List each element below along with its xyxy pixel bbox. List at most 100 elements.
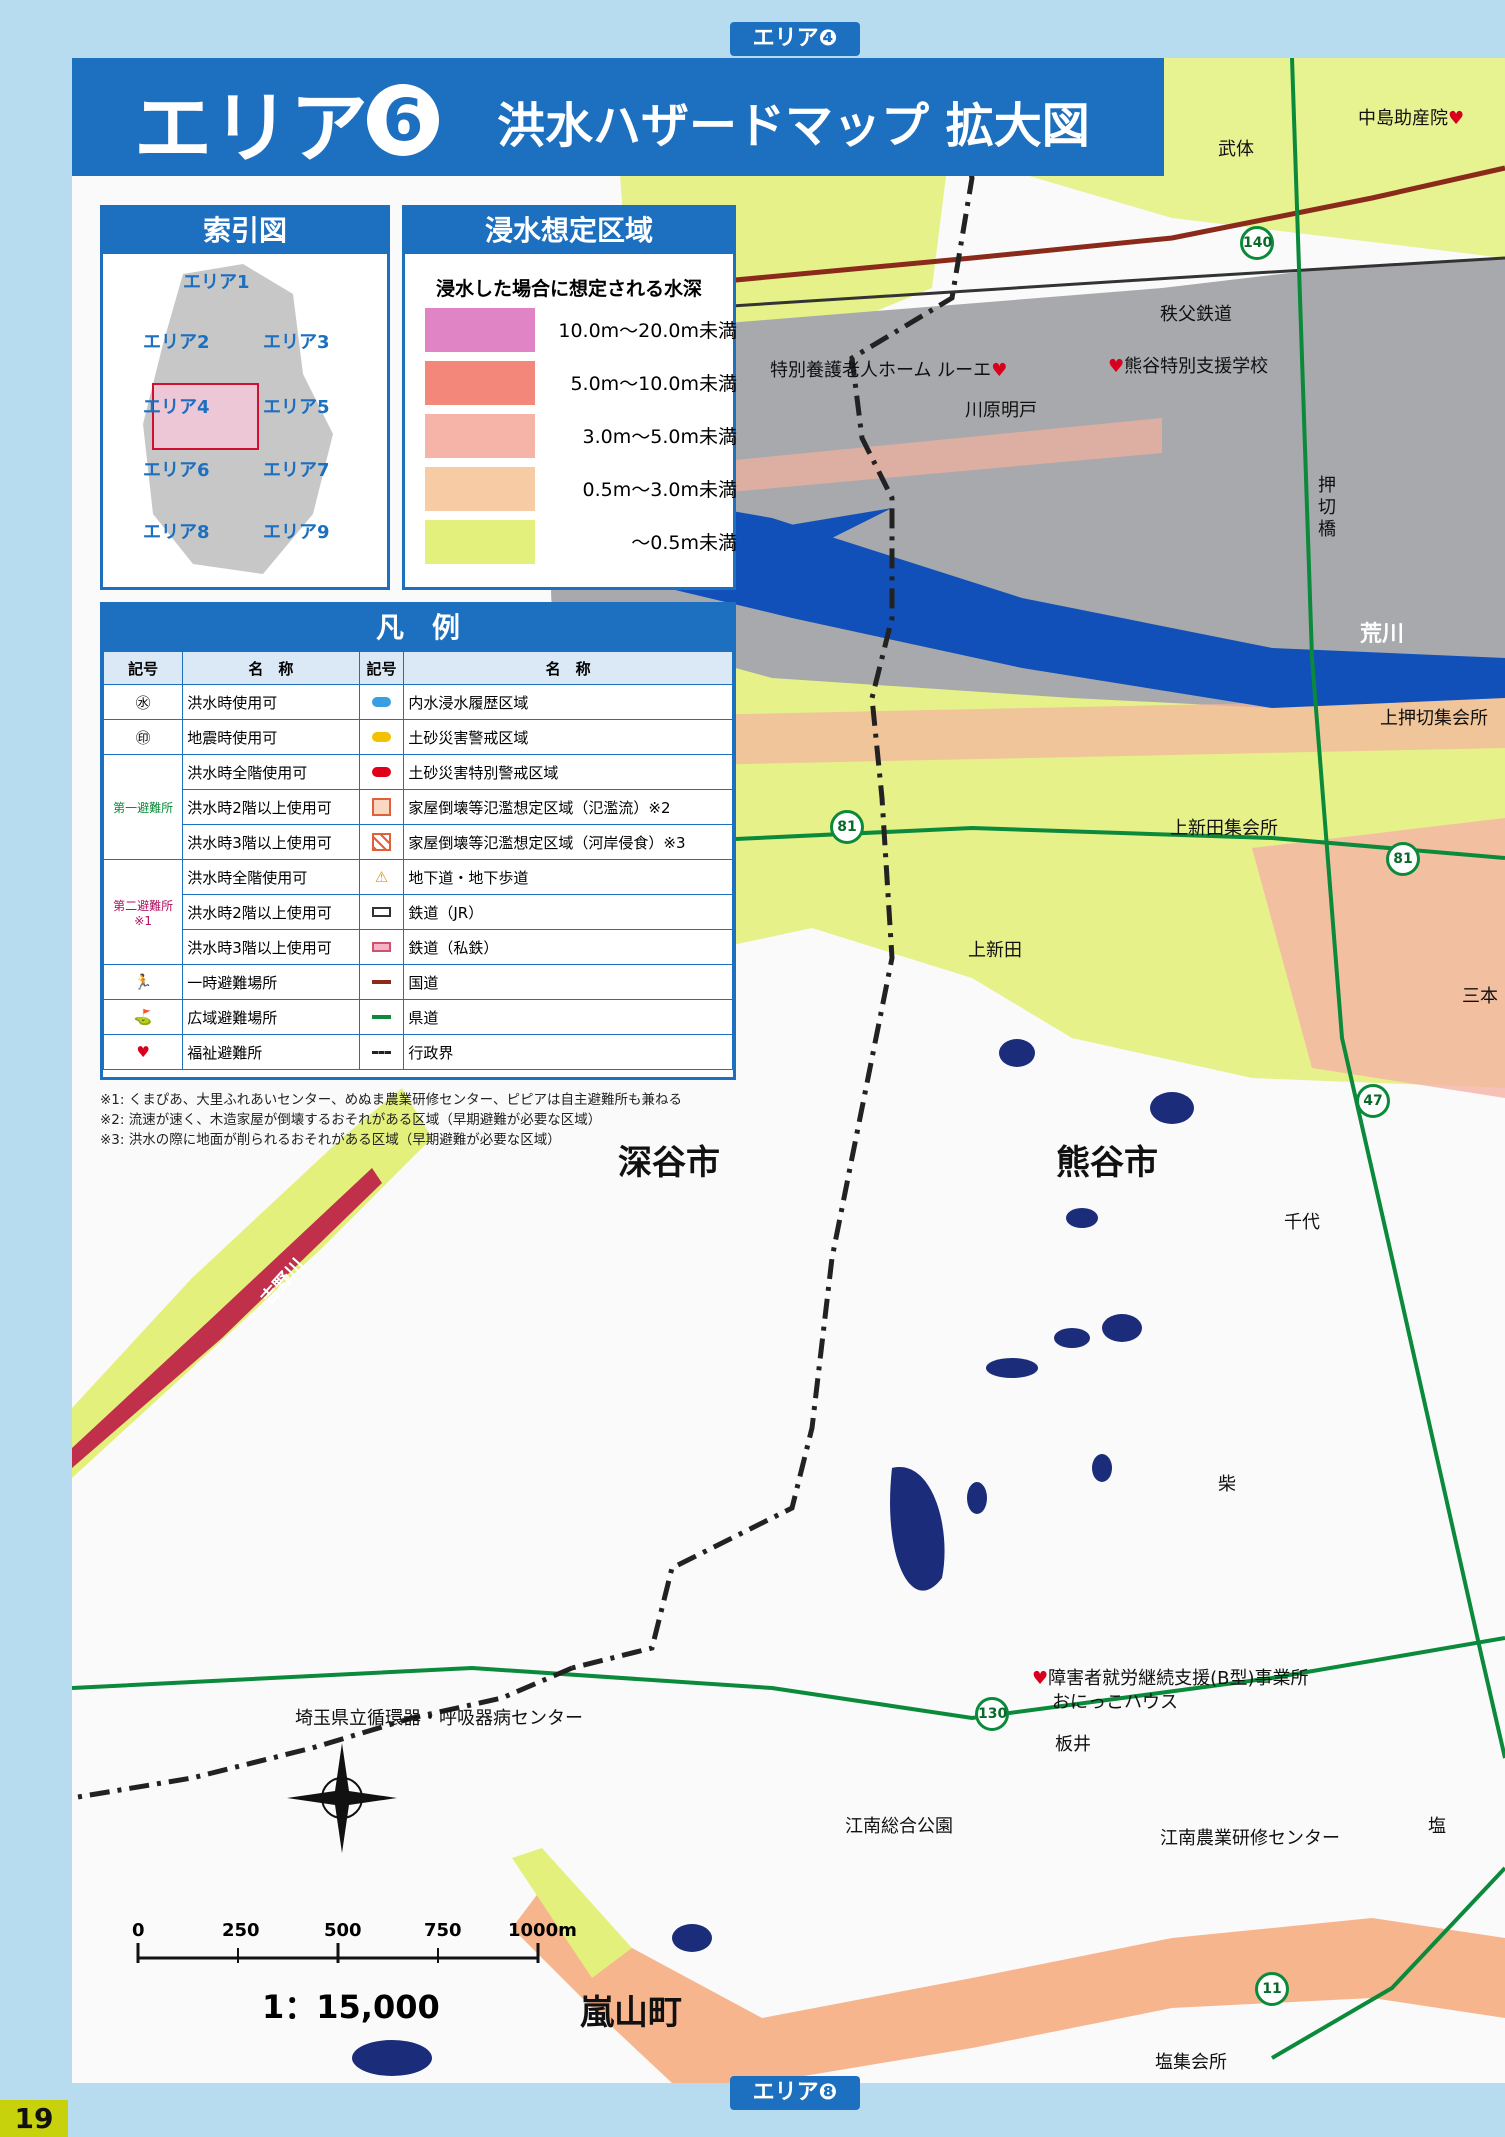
depth-label: 5.0m～10.0m未満 [570,373,737,395]
legend-item: 洪水時2階以上使用可 [182,894,360,930]
legend-item: 地下道・地下歩道 [403,859,733,895]
legend-item: 福祉避難所 [182,1034,360,1070]
yoshinogawa-river [72,1168,382,1468]
map-label-kami-oshikiri: 上押切集会所 [1380,708,1488,729]
label-text: 熊谷特別支援学校 [1124,356,1269,377]
legend-item: 洪水時3階以上使用可 [182,929,360,965]
depth-heading: 浸水想定区域 [405,208,733,254]
pond [672,1924,712,1952]
legend-item: 土砂災害警戒区域 [403,719,733,755]
map-label-itai: 板井 [1055,1734,1091,1755]
shelter1-group: 第一避難所 [102,754,184,860]
legend-item: 内水浸水履歴区域 [403,684,733,720]
pond [967,1482,987,1514]
title-sub: 洪水ハザードマップ 拡大図 [497,98,1090,154]
legend-swatch [358,894,405,930]
legend-col-symbol: 記号 [358,651,405,685]
map-label-ruue: 特別養護老人ホーム ルーエ♥ [770,356,1007,382]
legend-item: 家屋倒壊等氾濫想定区域（河岸侵食）※3 [403,824,733,860]
legend-swatch [358,754,405,790]
pond [352,2040,432,2076]
index-cell-5[interactable]: エリア5 [263,393,330,419]
note-1: ※1: くまぴあ、大里ふれあいセンター、めぬま農業研修センター、ピピアは自主避難… [100,1092,682,1108]
route-marker: 11 [1255,1972,1289,2006]
index-cell-8[interactable]: エリア8 [143,518,210,544]
map-label-chichibu: 秩父鉄道 [1160,304,1232,325]
legend-item: 洪水時全階使用可 [182,754,360,790]
water-circle-icon: ㊌ [102,684,184,720]
legend-item: 洪水時2階以上使用可 [182,789,360,825]
map-label-shiba: 柴 [1218,1474,1236,1495]
map-label-chiyo: 千代 [1284,1212,1320,1233]
legend-item: 一時避難場所 [182,964,360,1000]
map-label-saitama-center: 埼玉県立循環器・呼吸器病センター [295,1708,583,1729]
legend-item: 洪水時3階以上使用可 [182,824,360,860]
pond [999,1039,1035,1067]
heart-icon: ♥ [1448,108,1465,129]
scale-label: 1000m [508,1920,577,1941]
temporary-evacuation-icon: 🏃 [102,964,184,1000]
map-label-welfare-office-2: おにっこハウス [1052,1692,1178,1713]
label-text: 特別養護老人ホーム ルーエ [770,360,992,381]
map-label-kawara: 川原明戸 [965,400,1037,421]
map-label-arakawa: 荒川 [1360,622,1405,647]
city-ranzan: 嵐山町 [580,1993,682,2033]
legend-swatch [358,684,405,720]
legend-heading: 凡 例 [103,605,733,651]
legend-swatch [358,789,405,825]
shelter2-group: 第二避難所 ※1 [102,859,184,965]
pond [1054,1328,1090,1348]
index-heading: 索引図 [103,208,387,254]
depth-label: 3.0m～5.0m未満 [582,426,737,448]
index-cell-2[interactable]: エリア2 [143,328,210,354]
scale-label: 0 [132,1920,145,1941]
note-mark: ※1 [134,913,152,928]
pond [986,1358,1038,1378]
index-cell-1[interactable]: エリア1 [183,268,250,294]
pond [1092,1454,1112,1482]
map-label-welfare-office: ♥障害者就労継続支援(B型)事業所 [1032,1664,1309,1690]
heart-icon: ♥ [1032,1668,1049,1689]
index-cell-7[interactable]: エリア7 [263,456,330,482]
city-kumagaya: 熊谷市 [1056,1143,1158,1183]
admin-boundary [72,1665,573,1801]
legend-panel: 凡 例 記号 名 称 記号 名 称 ㊌ 洪水時使用可 内水浸水履歴区域 ㊞ 地震… [100,602,736,1080]
title-number: 6 [367,84,439,156]
route-marker: 81 [830,810,864,844]
legend-col-name: 名 称 [403,651,733,685]
area-top-tab[interactable]: エリア❹ [730,22,860,56]
page-number: 19 [0,2100,68,2137]
legend-item: 土砂災害特別警戒区域 [403,754,733,790]
legend-item: 鉄道（JR） [403,894,733,930]
legend-col-symbol: 記号 [102,651,184,685]
depth-caption: 浸水した場合に想定される水深 [435,278,702,300]
label-text: 中島助産院 [1358,108,1448,129]
index-cell-3[interactable]: エリア3 [263,328,330,354]
warning-icon: ⚠ [358,859,405,895]
title-bar: エリア 6 洪水ハザードマップ 拡大図 [72,58,1164,176]
title-main: エリア [134,84,369,174]
index-cell-9[interactable]: エリア9 [263,518,330,544]
scale-label: 500 [324,1920,362,1941]
depth-label: 10.0m～20.0m未満 [558,320,737,342]
depth-label: 0.5m～3.0m未満 [582,479,737,501]
legend-col-name: 名 称 [182,651,360,685]
map-label-bridge: 押切橋 [1318,475,1336,540]
index-cell-6[interactable]: エリア6 [143,456,210,482]
pond [1102,1314,1142,1342]
legend-item: 県道 [403,999,733,1035]
map-label-shio: 塩 [1428,1816,1446,1837]
index-cell-4[interactable]: エリア4 [143,393,210,419]
legend-swatch [358,824,405,860]
legend-item: 洪水時全階使用可 [182,859,360,895]
legend-swatch [358,719,405,755]
area-bottom-tab[interactable]: エリア❽ [730,2076,860,2110]
map-label-school: ♥熊谷特別支援学校 [1108,352,1268,378]
depth-swatch [425,308,535,352]
depth-swatch [425,520,535,564]
legend-item: 広域避難場所 [182,999,360,1035]
depth-swatch [425,361,535,405]
pond [890,1467,945,1591]
pond [1066,1208,1098,1228]
scale-label: 750 [424,1920,462,1941]
